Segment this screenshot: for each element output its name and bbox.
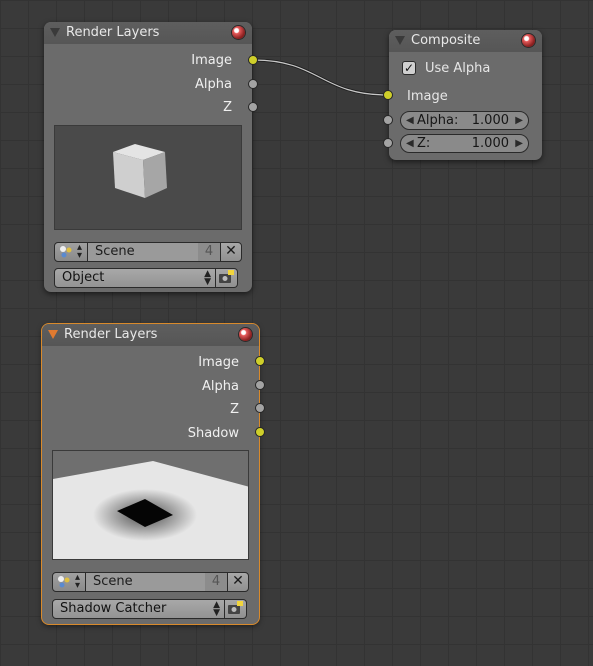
socket-z-output[interactable] xyxy=(255,403,265,413)
output-label-z: Z xyxy=(223,100,232,115)
render-camera-button[interactable] xyxy=(216,268,238,288)
unlink-x-icon[interactable]: ✕ xyxy=(227,572,249,592)
render-preview xyxy=(54,125,242,230)
socket-image-output[interactable] xyxy=(248,55,258,65)
output-label-image: Image xyxy=(191,53,232,68)
scene-selector: ▴ ▾ Scene 4 ✕ xyxy=(52,572,249,592)
scene-users-count: 4 xyxy=(198,242,220,262)
socket-alpha-output[interactable] xyxy=(255,380,265,390)
increment-arrow-icon[interactable]: ▶ xyxy=(515,135,523,152)
socket-alpha-input[interactable] xyxy=(383,115,393,125)
socket-alpha-output[interactable] xyxy=(248,79,258,89)
scene-browse-button[interactable]: ▴ ▾ xyxy=(52,572,86,592)
collapse-triangle-icon[interactable] xyxy=(50,28,60,37)
output-label-z: Z xyxy=(230,402,239,417)
collapse-triangle-icon[interactable] xyxy=(48,330,58,339)
decrement-arrow-icon[interactable]: ◀ xyxy=(406,135,414,152)
input-label-image: Image xyxy=(407,89,448,104)
output-label-alpha: Alpha xyxy=(195,77,232,92)
material-ball-icon[interactable] xyxy=(239,328,252,341)
output-label-shadow: Shadow xyxy=(187,426,239,441)
z-field-value: 1.000 xyxy=(471,136,509,151)
socket-shadow-output[interactable] xyxy=(255,427,265,437)
composite-node[interactable]: Composite ✓ Use Alpha Image ◀ Alpha: 1.0… xyxy=(389,30,542,160)
render-camera-icon xyxy=(228,601,243,614)
socket-image-output[interactable] xyxy=(255,356,265,366)
render-layer-dropdown[interactable]: Object ▲ ▼ xyxy=(54,268,216,288)
node-title: Composite xyxy=(411,33,481,48)
render-layer-value: Shadow Catcher xyxy=(60,601,167,616)
decrement-arrow-icon[interactable]: ◀ xyxy=(406,112,414,129)
node-header[interactable]: Composite xyxy=(389,30,542,52)
render-layer-dropdown[interactable]: Shadow Catcher ▲ ▼ xyxy=(52,599,225,619)
render-layers-node-1[interactable]: Render Layers Image Alpha Z ▴ ▾ Scene 4 ✕… xyxy=(44,22,252,292)
cube-preview-image xyxy=(113,144,167,198)
node-header[interactable]: Render Layers xyxy=(42,324,259,346)
socket-z-input[interactable] xyxy=(383,138,393,148)
node-title: Render Layers xyxy=(64,327,158,342)
use-alpha-checkbox[interactable]: ✓ xyxy=(402,61,416,75)
increment-arrow-icon[interactable]: ▶ xyxy=(515,112,523,129)
collapse-triangle-icon[interactable] xyxy=(395,36,405,45)
dropdown-arrows-icon: ▲ ▼ xyxy=(204,269,211,287)
updown-arrows-icon: ▴ ▾ xyxy=(75,572,81,591)
render-camera-icon xyxy=(219,270,234,283)
material-ball-icon[interactable] xyxy=(232,26,245,39)
render-layers-node-2[interactable]: Render Layers Image Alpha Z Shadow ▴ ▾ S… xyxy=(42,324,259,624)
alpha-number-field[interactable]: ◀ Alpha: 1.000 ▶ xyxy=(400,111,529,130)
node-header[interactable]: Render Layers xyxy=(44,22,252,44)
scene-users-count: 4 xyxy=(205,572,227,592)
render-layer-value: Object xyxy=(62,270,105,285)
socket-image-input[interactable] xyxy=(383,90,393,100)
use-alpha-label: Use Alpha xyxy=(425,61,491,76)
material-ball-icon[interactable] xyxy=(522,34,535,47)
scene-selector: ▴ ▾ Scene 4 ✕ xyxy=(54,242,242,262)
scene-browse-button[interactable]: ▴ ▾ xyxy=(54,242,88,262)
z-number-field[interactable]: ◀ Z: 1.000 ▶ xyxy=(400,134,529,153)
shadow-preview-image xyxy=(53,461,248,559)
output-label-alpha: Alpha xyxy=(202,379,239,394)
scene-icon xyxy=(60,246,72,258)
unlink-x-icon[interactable]: ✕ xyxy=(220,242,242,262)
node-title: Render Layers xyxy=(66,25,160,40)
render-preview xyxy=(52,450,249,560)
alpha-field-value: 1.000 xyxy=(471,113,509,128)
scene-name-field[interactable]: Scene xyxy=(88,242,198,262)
z-field-label: Z: xyxy=(417,136,431,151)
dropdown-arrows-icon: ▲ ▼ xyxy=(213,600,220,618)
output-label-image: Image xyxy=(198,355,239,370)
socket-z-output[interactable] xyxy=(248,102,258,112)
scene-icon xyxy=(58,576,70,588)
updown-arrows-icon: ▴ ▾ xyxy=(77,242,83,261)
render-camera-button[interactable] xyxy=(225,599,247,619)
scene-name-field[interactable]: Scene xyxy=(86,572,205,592)
alpha-field-label: Alpha: xyxy=(417,113,459,128)
